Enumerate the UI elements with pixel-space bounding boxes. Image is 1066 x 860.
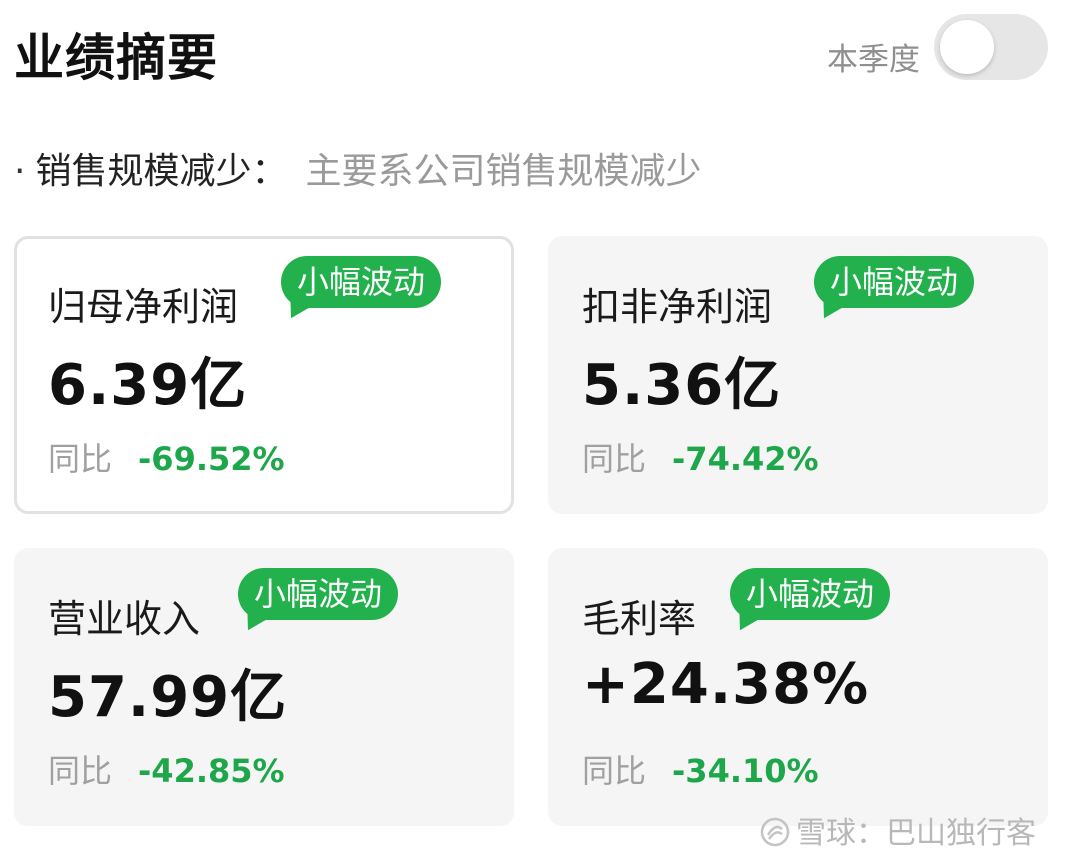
toggle-knob[interactable]: [940, 20, 994, 74]
metric-name: 扣非净利润: [582, 285, 773, 329]
fluctuation-badge: 小幅波动: [238, 568, 399, 637]
yoy-label: 同比: [582, 752, 647, 790]
fluctuation-badge: 小幅波动: [814, 256, 975, 325]
snowball-logo-icon: [760, 817, 790, 847]
period-label: 本季度: [827, 42, 920, 78]
summary-value: 主要系公司销售规模减少: [305, 151, 702, 192]
watermark: 雪球：巴山独行客: [760, 808, 1036, 852]
metric-name: 毛利率: [582, 597, 697, 641]
fluctuation-badge: 小幅波动: [281, 256, 442, 325]
yoy-value: -34.10%: [672, 752, 819, 790]
watermark-text: 雪球：巴山独行客: [796, 816, 1036, 851]
metric-value: 6.39亿: [48, 353, 248, 418]
metric-value: +24.38%: [582, 652, 870, 717]
fluctuation-badge: 小幅波动: [730, 568, 891, 637]
header: 业绩摘要 本季度: [14, 14, 1048, 87]
card-gross-margin[interactable]: 毛利率 小幅波动 +24.38% 同比 -34.10%: [548, 548, 1048, 826]
summary-line: · 销售规模减少： 主要系公司销售规模减少: [14, 142, 701, 194]
metric-name: 归母净利润: [48, 285, 239, 329]
yoy-row: 同比 -69.52%: [48, 434, 285, 480]
card-revenue[interactable]: 营业收入 小幅波动 57.99亿 同比 -42.85%: [14, 548, 514, 826]
metric-value: 5.36亿: [582, 353, 782, 418]
yoy-value: -74.42%: [672, 440, 819, 478]
badge-label: 小幅波动: [746, 575, 875, 613]
yoy-value: -69.52%: [138, 440, 285, 478]
summary-key: 销售规模减少：: [35, 151, 288, 192]
card-net-profit[interactable]: 归母净利润 小幅波动 6.39亿 同比 -69.52%: [14, 236, 514, 514]
yoy-row: 同比 -42.85%: [48, 746, 285, 792]
yoy-label: 同比: [48, 752, 113, 790]
page-title: 业绩摘要: [14, 29, 218, 87]
badge-label: 小幅波动: [254, 575, 383, 613]
badge-label: 小幅波动: [297, 263, 426, 301]
metric-name: 营业收入: [48, 597, 201, 641]
card-deducted-net-profit[interactable]: 扣非净利润 小幅波动 5.36亿 同比 -74.42%: [548, 236, 1048, 514]
yoy-value: -42.85%: [138, 752, 285, 790]
metric-value: 57.99亿: [48, 665, 288, 730]
badge-label: 小幅波动: [830, 263, 959, 301]
yoy-row: 同比 -74.42%: [582, 434, 819, 480]
yoy-label: 同比: [48, 440, 113, 478]
period-toggle[interactable]: [934, 14, 1048, 80]
bullet-icon: ·: [14, 151, 26, 192]
yoy-row: 同比 -34.10%: [582, 746, 819, 792]
yoy-label: 同比: [582, 440, 647, 478]
